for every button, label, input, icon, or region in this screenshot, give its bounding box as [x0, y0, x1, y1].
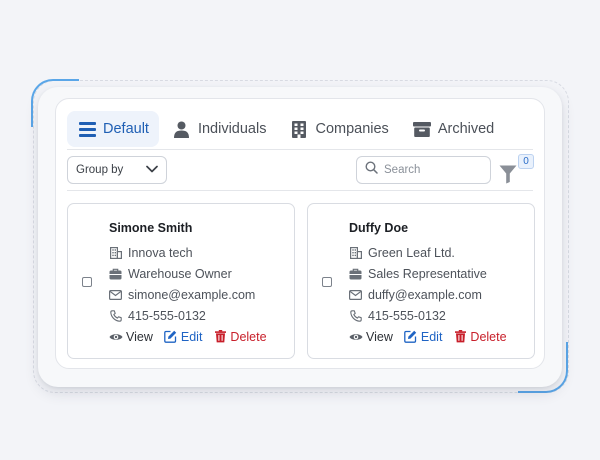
divider: [67, 190, 533, 191]
tab-companies[interactable]: Companies: [279, 111, 398, 147]
delete-label: Delete: [230, 329, 267, 344]
contact-phone: 415-555-0132: [368, 308, 446, 323]
eye-icon: [349, 330, 363, 344]
trash-icon: [453, 330, 467, 344]
view-label: View: [366, 329, 393, 344]
building-icon: [290, 120, 308, 138]
contact-email-row: duffy@example.com: [349, 284, 518, 305]
envelope-icon: [109, 288, 122, 301]
contact-email-row: simone@example.com: [109, 284, 278, 305]
list-icon: [78, 120, 96, 138]
contact-card: Duffy Doe Green Leaf Ltd. Sales Represen…: [307, 203, 535, 359]
card-actions: View Edit Delete: [109, 326, 278, 347]
tab-individuals[interactable]: Individuals: [162, 111, 277, 147]
card-actions: View Edit Delete: [349, 326, 518, 347]
briefcase-icon: [109, 267, 122, 280]
contact-phone-row: 415-555-0132: [109, 305, 278, 326]
contact-role: Warehouse Owner: [128, 266, 232, 281]
view-button[interactable]: View: [349, 330, 393, 344]
phone-icon: [349, 309, 362, 322]
edit-icon: [404, 330, 418, 344]
divider: [67, 149, 533, 150]
contact-role-row: Warehouse Owner: [109, 263, 278, 284]
tab-archived[interactable]: Archived: [402, 111, 504, 147]
contacts-panel: Default Individuals Companies Archived G…: [55, 98, 545, 369]
group-by-select[interactable]: Group by: [67, 156, 167, 184]
edit-label: Edit: [420, 329, 443, 344]
contact-name: Duffy Doe: [349, 221, 409, 235]
briefcase-icon: [349, 267, 362, 280]
contact-company-row: Green Leaf Ltd.: [349, 242, 518, 263]
edit-label: Edit: [180, 329, 203, 344]
edit-button[interactable]: Edit: [164, 329, 203, 344]
chevron-down-icon: [146, 164, 158, 176]
view-button[interactable]: View: [109, 330, 153, 344]
view-label: View: [126, 329, 153, 344]
tab-default[interactable]: Default: [67, 111, 159, 147]
contact-email: duffy@example.com: [368, 287, 482, 302]
contact-role: Sales Representative: [368, 266, 487, 281]
search-icon: [365, 161, 378, 179]
trash-icon: [213, 330, 227, 344]
select-checkbox[interactable]: [322, 277, 332, 287]
phone-icon: [109, 309, 122, 322]
delete-label: Delete: [470, 329, 507, 344]
view-tabs: Default Individuals Companies Archived: [67, 110, 533, 148]
search-input[interactable]: [384, 164, 479, 176]
contact-role-row: Sales Representative: [349, 263, 518, 284]
delete-button[interactable]: Delete: [213, 329, 267, 344]
building-icon: [349, 246, 362, 259]
contact-company: Innova tech: [128, 245, 193, 260]
tab-label: Archived: [437, 121, 495, 137]
contact-card: Simone Smith Innova tech Warehouse Owner…: [67, 203, 295, 359]
tab-label: Individuals: [197, 121, 267, 137]
eye-icon: [109, 330, 123, 344]
filter-count-badge: 0: [518, 154, 534, 169]
person-icon: [173, 120, 191, 138]
edit-button[interactable]: Edit: [404, 329, 443, 344]
contact-phone: 415-555-0132: [128, 308, 206, 323]
contact-company-row: Innova tech: [109, 242, 278, 263]
search-box: [356, 156, 491, 184]
tab-label: Default: [103, 121, 149, 137]
contact-phone-row: 415-555-0132: [349, 305, 518, 326]
contact-name: Simone Smith: [109, 221, 193, 235]
tab-label: Companies: [315, 121, 389, 137]
archive-box-icon: [412, 120, 431, 138]
delete-button[interactable]: Delete: [453, 329, 507, 344]
contact-company: Green Leaf Ltd.: [368, 245, 455, 260]
envelope-icon: [349, 288, 362, 301]
building-icon: [109, 246, 122, 259]
group-by-label: Group by: [76, 164, 124, 176]
funnel-icon: [499, 165, 517, 188]
filter-button[interactable]: [499, 165, 519, 185]
edit-icon: [164, 330, 178, 344]
contact-email: simone@example.com: [128, 287, 256, 302]
select-checkbox[interactable]: [82, 277, 92, 287]
